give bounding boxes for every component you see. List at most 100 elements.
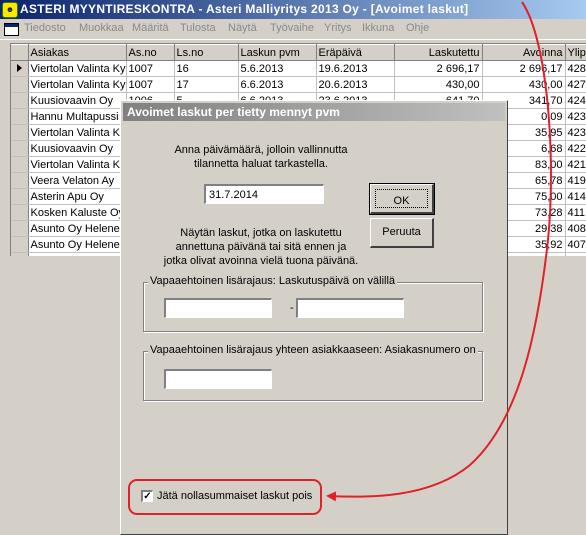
range-separator: - xyxy=(290,302,294,314)
row-indicator[interactable] xyxy=(11,252,29,256)
cell-ylipaivia[interactable]: 404 xyxy=(565,252,586,256)
cell-asiakas[interactable]: Hannu Multapussi xyxy=(28,108,127,125)
menu-tyovaihe[interactable]: Työvaihe xyxy=(270,22,314,34)
cell-asiakas[interactable]: Asterin Apu Oy xyxy=(28,188,127,205)
cell-erapaiva[interactable]: 20.6.2013 xyxy=(316,76,395,93)
cell-ylipaivia[interactable]: 422 xyxy=(565,140,586,157)
cell-ylipaivia[interactable]: 408 xyxy=(565,220,586,237)
cell-ylipaivia[interactable]: 423 xyxy=(565,124,586,141)
column-header-laskun-pvm[interactable]: Laskun pvm xyxy=(238,44,317,61)
open-invoices-date-dialog: Avoimet laskut per tietty mennyt pvm Ann… xyxy=(120,100,508,535)
menu-tiedosto[interactable]: Tiedosto xyxy=(24,22,66,34)
column-header-ylipaivia[interactable]: Ylipäiviä xyxy=(565,44,586,61)
cancel-button[interactable]: Peruuta xyxy=(370,218,434,248)
cell-ylipaivia[interactable]: 411 xyxy=(565,204,586,221)
info-text: Näytän laskut, jotka on laskutettu annet… xyxy=(151,226,371,268)
row-indicator[interactable] xyxy=(11,60,29,77)
app-logo-icon: ☻ xyxy=(2,2,18,18)
row-indicator[interactable] xyxy=(11,140,29,157)
info-line-3: jotka olivat avoinna vielä tuona päivänä… xyxy=(163,255,359,267)
info-line-1: Näytän laskut, jotka on laskutettu xyxy=(180,227,342,239)
cell-ylipaivia[interactable]: 419 xyxy=(565,172,586,189)
menu-ikkuna[interactable]: Ikkuna xyxy=(362,22,394,34)
cell-ylipaivia[interactable]: 424 xyxy=(565,92,586,109)
row-indicator[interactable] xyxy=(11,124,29,141)
row-indicator[interactable] xyxy=(11,92,29,109)
date-prompt-line-2: tilannetta haluat tarkastella. xyxy=(194,158,328,170)
cell-asiakas[interactable]: Viertolan Valinta Ky xyxy=(28,76,127,93)
table-row[interactable]: Viertolan Valinta Ky 1007 16 5.6.2013 19.6.2… xyxy=(11,60,586,77)
column-header-avoinna[interactable]: Avoinna xyxy=(482,44,566,61)
document-window-icon[interactable] xyxy=(4,23,19,36)
cell-asiakas[interactable]: Viertolan Valinta Ky xyxy=(28,124,127,141)
date-field[interactable] xyxy=(204,184,324,204)
cell-asiakas[interactable]: Kuusiovaavin Oy xyxy=(28,140,127,157)
column-header-asiakas[interactable]: Asiakas xyxy=(28,44,127,61)
row-indicator[interactable] xyxy=(11,156,29,173)
customer-number-group: Vapaaehtoinen lisärajaus yhteen asiakkaa… xyxy=(143,344,483,401)
ok-button-label: OK xyxy=(375,189,428,208)
cell-ylipaivia[interactable]: 407 xyxy=(565,236,586,253)
cell-avoinna[interactable]: 2 696,17 xyxy=(482,60,566,77)
cell-asiakas[interactable]: Asunto Oy Helener xyxy=(28,236,127,253)
cell-avoinna[interactable]: 430,00 xyxy=(482,76,566,93)
cell-ylipaivia[interactable]: 423 xyxy=(565,108,586,125)
date-prompt-line-1: Anna päivämäärä, jolloin vallinnutta xyxy=(174,144,348,156)
cell-lsno[interactable]: 17 xyxy=(174,76,239,93)
menu-muokkaa[interactable]: Muokkaa xyxy=(79,22,124,34)
cell-asno[interactable]: 1007 xyxy=(126,60,175,77)
menu-ohje[interactable]: Ohje xyxy=(406,22,429,34)
cell-asiakas[interactable]: Kosken Kaluste Oy xyxy=(28,204,127,221)
cell-asiakas[interactable]: Mikko Viulunkieli xyxy=(28,252,127,256)
menu-tulosta[interactable]: Tulosta xyxy=(180,22,216,34)
menu-bar: Tiedosto Muokkaa Määritä Tulosta Näytä T… xyxy=(0,19,586,40)
column-header-erapaiva[interactable]: Eräpäivä xyxy=(316,44,395,61)
row-indicator[interactable] xyxy=(11,188,29,205)
column-header-asno[interactable]: As.no xyxy=(126,44,175,61)
cell-asiakas[interactable]: Veera Velaton Ay xyxy=(28,172,127,189)
dialog-titlebar: Avoimet laskut per tietty mennyt pvm xyxy=(123,103,505,121)
column-header-laskutettu[interactable]: Laskutettu xyxy=(394,44,483,61)
cell-ylipaivia[interactable]: 414 xyxy=(565,188,586,205)
cell-asiakas[interactable]: Asunto Oy Helener xyxy=(28,220,127,237)
cell-asiakas[interactable]: Viertolan Valinta Ky xyxy=(28,60,127,77)
customer-number-field[interactable] xyxy=(164,369,272,389)
cell-ylipaivia[interactable]: 428 xyxy=(565,60,586,77)
exclude-zero-label[interactable]: Jätä nollasummaiset laskut pois xyxy=(157,490,312,502)
menu-yritys[interactable]: Yritys xyxy=(324,22,352,34)
billing-date-range-group: Vapaaehtoinen lisärajaus: Laskutuspäivä … xyxy=(143,275,483,332)
row-indicator[interactable] xyxy=(11,108,29,125)
exclude-zero-checkbox[interactable]: ✓ xyxy=(141,490,153,502)
cell-asiakas[interactable]: Viertolan Valinta Ky xyxy=(28,156,127,173)
cell-laskutettu[interactable]: 2 696,17 xyxy=(394,60,483,77)
cell-asno[interactable]: 1007 xyxy=(126,76,175,93)
ok-button[interactable]: OK xyxy=(369,183,435,215)
grid-corner xyxy=(11,44,29,61)
range-to-field[interactable] xyxy=(296,298,404,318)
row-indicator[interactable] xyxy=(11,172,29,189)
customer-number-label: Vapaaehtoinen lisärajaus yhteen asiakkaa… xyxy=(148,344,478,356)
menu-maarita[interactable]: Määritä xyxy=(132,22,169,34)
column-header-lsno[interactable]: Ls.no xyxy=(174,44,239,61)
row-indicator[interactable] xyxy=(11,76,29,93)
cell-asiakas[interactable]: Kuusiovaavin Oy xyxy=(28,92,127,109)
billing-date-range-label: Vapaaehtoinen lisärajaus: Laskutuspäivä … xyxy=(148,275,398,287)
row-indicator[interactable] xyxy=(11,204,29,221)
row-indicator[interactable] xyxy=(11,236,29,253)
cell-ylipaivia[interactable]: 427 xyxy=(565,76,586,93)
cell-laskutettu[interactable]: 430,00 xyxy=(394,76,483,93)
range-from-field[interactable] xyxy=(164,298,272,318)
cell-laskun-pvm[interactable]: 6.6.2013 xyxy=(238,76,317,93)
menu-nayta[interactable]: Näytä xyxy=(228,22,257,34)
table-row[interactable]: Viertolan Valinta Ky 1007 17 6.6.2013 20.6.2… xyxy=(11,76,586,93)
info-line-2: annettuna päivänä tai sitä ennen ja xyxy=(175,241,347,253)
row-indicator[interactable] xyxy=(11,220,29,237)
cell-laskun-pvm[interactable]: 5.6.2013 xyxy=(238,60,317,77)
cell-erapaiva[interactable]: 19.6.2013 xyxy=(316,60,395,77)
window-title: ASTERI MYYNTIRESKONTRA - Asteri Malliyri… xyxy=(20,2,469,16)
cell-ylipaivia[interactable]: 421 xyxy=(565,156,586,173)
window-titlebar: ☻ ASTERI MYYNTIRESKONTRA - Asteri Malliy… xyxy=(0,0,586,19)
date-prompt-text: Anna päivämäärä, jolloin vallinnutta til… xyxy=(151,143,371,171)
dialog-title: Avoimet laskut per tietty mennyt pvm xyxy=(127,105,340,119)
cell-lsno[interactable]: 16 xyxy=(174,60,239,77)
